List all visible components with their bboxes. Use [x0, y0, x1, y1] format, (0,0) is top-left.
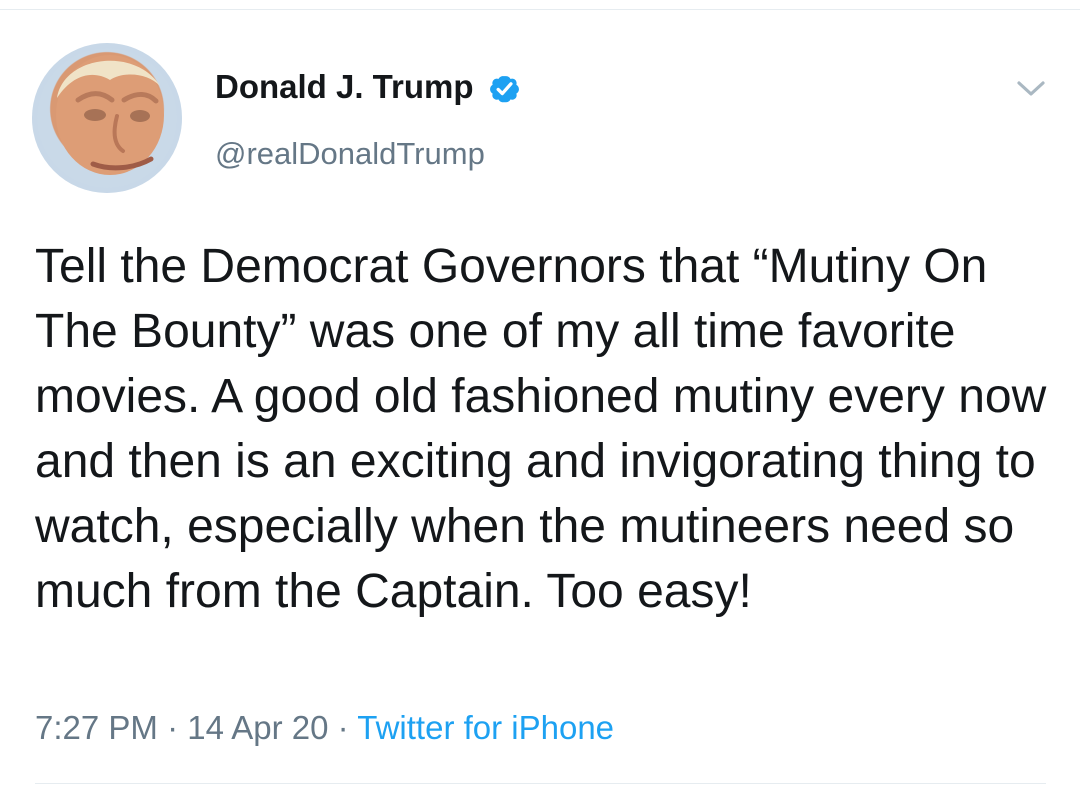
author-name[interactable]: Donald J. Trump [215, 65, 474, 109]
tweet-source-link[interactable]: Twitter for iPhone [357, 709, 614, 746]
metadata-separator: · [328, 709, 358, 746]
tweet-menu-button[interactable] [1010, 72, 1052, 106]
top-divider [0, 9, 1080, 10]
tweet-time[interactable]: 7:27 PM [35, 709, 158, 746]
tweet-date[interactable]: 14 Apr 20 [187, 709, 328, 746]
tweet-metadata: 7:27 PM · 14 Apr 20 · Twitter for iPhone [35, 706, 614, 750]
author-handle[interactable]: @realDonaldTrump [215, 133, 485, 175]
bottom-divider [35, 783, 1046, 784]
chevron-down-icon [1017, 81, 1045, 96]
tweet-text: Tell the Democrat Governors that “Mutiny… [35, 240, 1047, 618]
avatar[interactable] [32, 43, 182, 193]
verified-check-icon [490, 76, 519, 103]
metadata-separator: · [157, 709, 188, 746]
